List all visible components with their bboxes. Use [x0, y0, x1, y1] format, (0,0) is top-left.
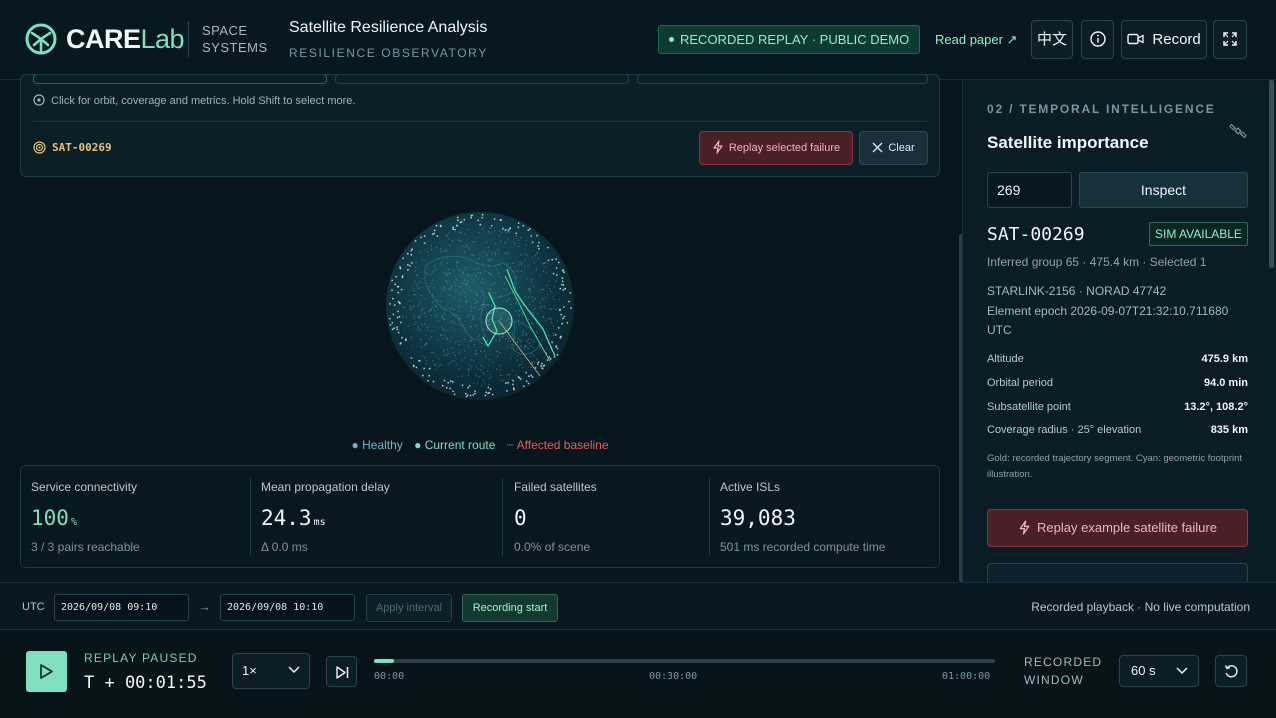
reset-icon	[1224, 665, 1238, 678]
playback-status: Recorded playback · No live computation	[1031, 600, 1250, 614]
metric-active-isls: Active ISLs 39,083 501 ms recorded compu…	[720, 480, 886, 554]
mode-card[interactable]	[33, 75, 327, 84]
info-button[interactable]	[1081, 20, 1114, 59]
timeline-tick: 00:30:00	[649, 671, 698, 682]
divider	[709, 478, 710, 556]
lightning-icon	[713, 140, 723, 154]
fullscreen-icon	[1223, 32, 1237, 46]
legend-current-route: ● Current route	[414, 438, 496, 452]
play-button[interactable]	[26, 651, 67, 692]
satellite-icon	[1229, 123, 1247, 139]
satellite-details: STARLINK-2156 · NORAD 47742 Element epoc…	[987, 284, 1229, 337]
next-card	[987, 563, 1248, 582]
time-interval-bar: UTC 2026/09/08 09:10 → 2026/09/08 10:10 …	[0, 582, 1276, 630]
legend-affected-baseline: ┈ Affected baseline	[506, 438, 609, 452]
mode-card[interactable]	[637, 75, 928, 84]
chevron-down-icon	[1176, 667, 1188, 675]
utc-label: UTC	[22, 601, 45, 613]
globe-legend: ● Healthy ● Current route ┈ Affected bas…	[0, 438, 960, 452]
trajectory-note: Gold: recorded trajectory segment. Cyan:…	[987, 453, 1243, 480]
selection-hint: Click for orbit, coverage and metrics. H…	[33, 94, 355, 107]
video-icon	[1127, 33, 1144, 45]
read-paper-link[interactable]: Read paper ↗	[935, 32, 1017, 48]
info-icon	[1089, 31, 1106, 47]
skip-forward-icon	[336, 666, 349, 679]
replay-time: T + 00:01:55	[84, 673, 207, 693]
selection-panel: Click for orbit, coverage and metrics. H…	[20, 74, 940, 177]
divider	[250, 478, 251, 556]
section-kicker: 02 / TEMPORAL INTELLIGENCE	[987, 102, 1216, 116]
app-header: CARELab SPACE SYSTEMS Satellite Resilien…	[0, 0, 1276, 80]
inspect-button[interactable]: Inspect	[1079, 172, 1248, 208]
chevron-down-icon	[288, 666, 300, 674]
satellite-importance-panel: 02 / TEMPORAL INTELLIGENCE Satellite imp…	[962, 80, 1276, 582]
replay-example-failure-button[interactable]: Replay example satellite failure	[987, 509, 1248, 547]
sim-available-badge: SIM AVAILABLE	[1149, 222, 1248, 246]
status-dot	[669, 37, 674, 43]
lightning-icon	[1019, 520, 1030, 535]
divider	[502, 478, 503, 556]
arrow-right-icon: →	[198, 599, 211, 614]
close-icon	[872, 142, 883, 153]
panel-scrollbar[interactable]	[1269, 80, 1274, 268]
target-icon	[33, 94, 45, 106]
legend-healthy: ● Healthy	[351, 438, 403, 452]
language-button[interactable]: 中文	[1031, 20, 1073, 59]
page-subtitle: RESILIENCE OBSERVATORY	[289, 46, 488, 60]
stat-orbital-period: Orbital period 94.0 min	[987, 377, 1248, 389]
space-systems-label: SPACE SYSTEMS	[202, 23, 268, 55]
start-time-input[interactable]: 2026/09/08 09:10	[54, 594, 189, 621]
divider	[33, 121, 927, 122]
replay-mode-badge: RECORDED REPLAY · PUBLIC DEMO	[658, 25, 921, 54]
window-select[interactable]: 60 s	[1119, 655, 1199, 687]
timeline-slider[interactable]	[374, 659, 995, 663]
constellation-globe[interactable]	[385, 211, 575, 401]
stat-subsatellite-point: Subsatellite point 13.2°, 108.2°	[987, 401, 1248, 413]
replay-state: REPLAY PAUSED	[84, 651, 198, 665]
mode-card[interactable]	[335, 75, 629, 84]
divider	[188, 21, 189, 57]
recorded-window-label: RECORDED WINDOW	[1024, 655, 1103, 687]
timeline-tick: 01:00:00	[942, 671, 991, 682]
stat-altitude: Altitude 475.9 km	[987, 353, 1248, 365]
recording-start-button[interactable]: Recording start	[462, 594, 558, 622]
timeline-progress	[374, 659, 394, 663]
satellite-name: SAT-00269	[987, 224, 1085, 245]
satellite-group-info: Inferred group 65 · 475.4 km · Selected …	[987, 255, 1207, 269]
page-title: Satellite Resilience Analysis	[289, 19, 488, 36]
fullscreen-button[interactable]	[1213, 20, 1247, 59]
step-forward-button[interactable]	[326, 656, 357, 687]
end-time-input[interactable]: 2026/09/08 10:10	[220, 594, 355, 621]
logo-icon	[25, 23, 57, 55]
record-button[interactable]: Record	[1121, 20, 1207, 59]
replay-selected-failure-button[interactable]: Replay selected failure	[699, 131, 853, 165]
panel-title: Satellite importance	[987, 133, 1149, 152]
logo-text: CARELab	[66, 24, 185, 54]
satellite-id-input[interactable]: 269	[987, 172, 1072, 208]
stat-coverage-radius: Coverage radius · 25° elevation 835 km	[987, 424, 1248, 436]
metrics-panel: Service connectivity 100% 3 / 3 pairs re…	[20, 465, 940, 568]
metric-service-connectivity: Service connectivity 100% 3 / 3 pairs re…	[31, 480, 140, 554]
timeline-tick: 00:00	[374, 671, 405, 682]
playback-controls: REPLAY PAUSED T + 00:01:55 1× 00:00 00:3…	[0, 631, 1276, 718]
selected-satellite-chip[interactable]: SAT-00269	[33, 140, 112, 155]
reset-button[interactable]	[1215, 655, 1247, 687]
speed-select[interactable]: 1×	[232, 653, 310, 689]
target-icon	[33, 140, 46, 154]
metric-mean-propagation-delay: Mean propagation delay 24.3 ms Δ 0.0 ms	[261, 480, 390, 554]
play-icon	[40, 664, 53, 679]
metric-failed-satellites: Failed satellites 0 0.0% of scene	[514, 480, 597, 554]
clear-selection-button[interactable]: Clear	[859, 131, 928, 165]
apply-interval-button[interactable]: Apply interval	[366, 594, 452, 622]
